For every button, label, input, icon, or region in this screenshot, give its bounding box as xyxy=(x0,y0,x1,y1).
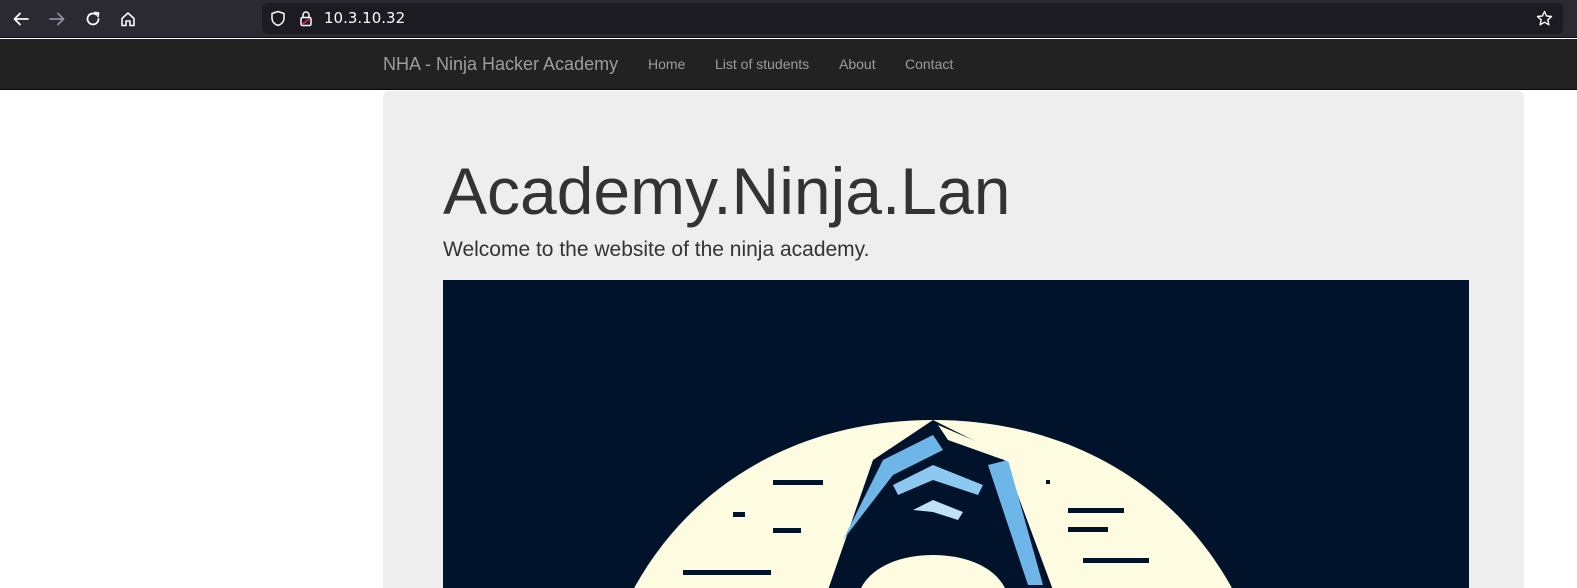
home-icon xyxy=(121,12,135,27)
shield-icon[interactable] xyxy=(270,10,286,27)
browser-toolbar: 10.3.10.32 xyxy=(0,0,1577,38)
bookmark-star-icon[interactable] xyxy=(1536,10,1553,27)
url-text[interactable]: 10.3.10.32 xyxy=(324,3,405,34)
nav-link-about[interactable]: About xyxy=(839,39,876,90)
navbar-brand[interactable]: NHA - Ninja Hacker Academy xyxy=(383,39,618,90)
page-title: Academy.Ninja.Lan xyxy=(443,154,1011,228)
reload-icon xyxy=(86,11,100,26)
nav-link-home[interactable]: Home xyxy=(648,39,685,90)
ninja-illustration xyxy=(634,420,1232,588)
nav-link-list-of-students[interactable]: List of students xyxy=(715,39,809,90)
site-navbar: NHA - Ninja Hacker Academy Home List of … xyxy=(0,39,1577,90)
forward-button[interactable] xyxy=(44,6,70,32)
home-button[interactable] xyxy=(115,6,141,32)
address-bar[interactable]: 10.3.10.32 xyxy=(262,3,1563,34)
lock-icon[interactable] xyxy=(298,10,314,27)
back-button[interactable] xyxy=(8,6,34,32)
reload-button[interactable] xyxy=(80,6,106,32)
forward-arrow-icon xyxy=(49,12,65,26)
nav-link-contact[interactable]: Contact xyxy=(905,39,953,90)
jumbotron: Academy.Ninja.Lan Welcome to the website… xyxy=(383,91,1524,588)
back-arrow-icon xyxy=(13,12,29,26)
ninja-logo-image xyxy=(443,280,1469,588)
page-lead: Welcome to the website of the ninja acad… xyxy=(443,238,870,261)
